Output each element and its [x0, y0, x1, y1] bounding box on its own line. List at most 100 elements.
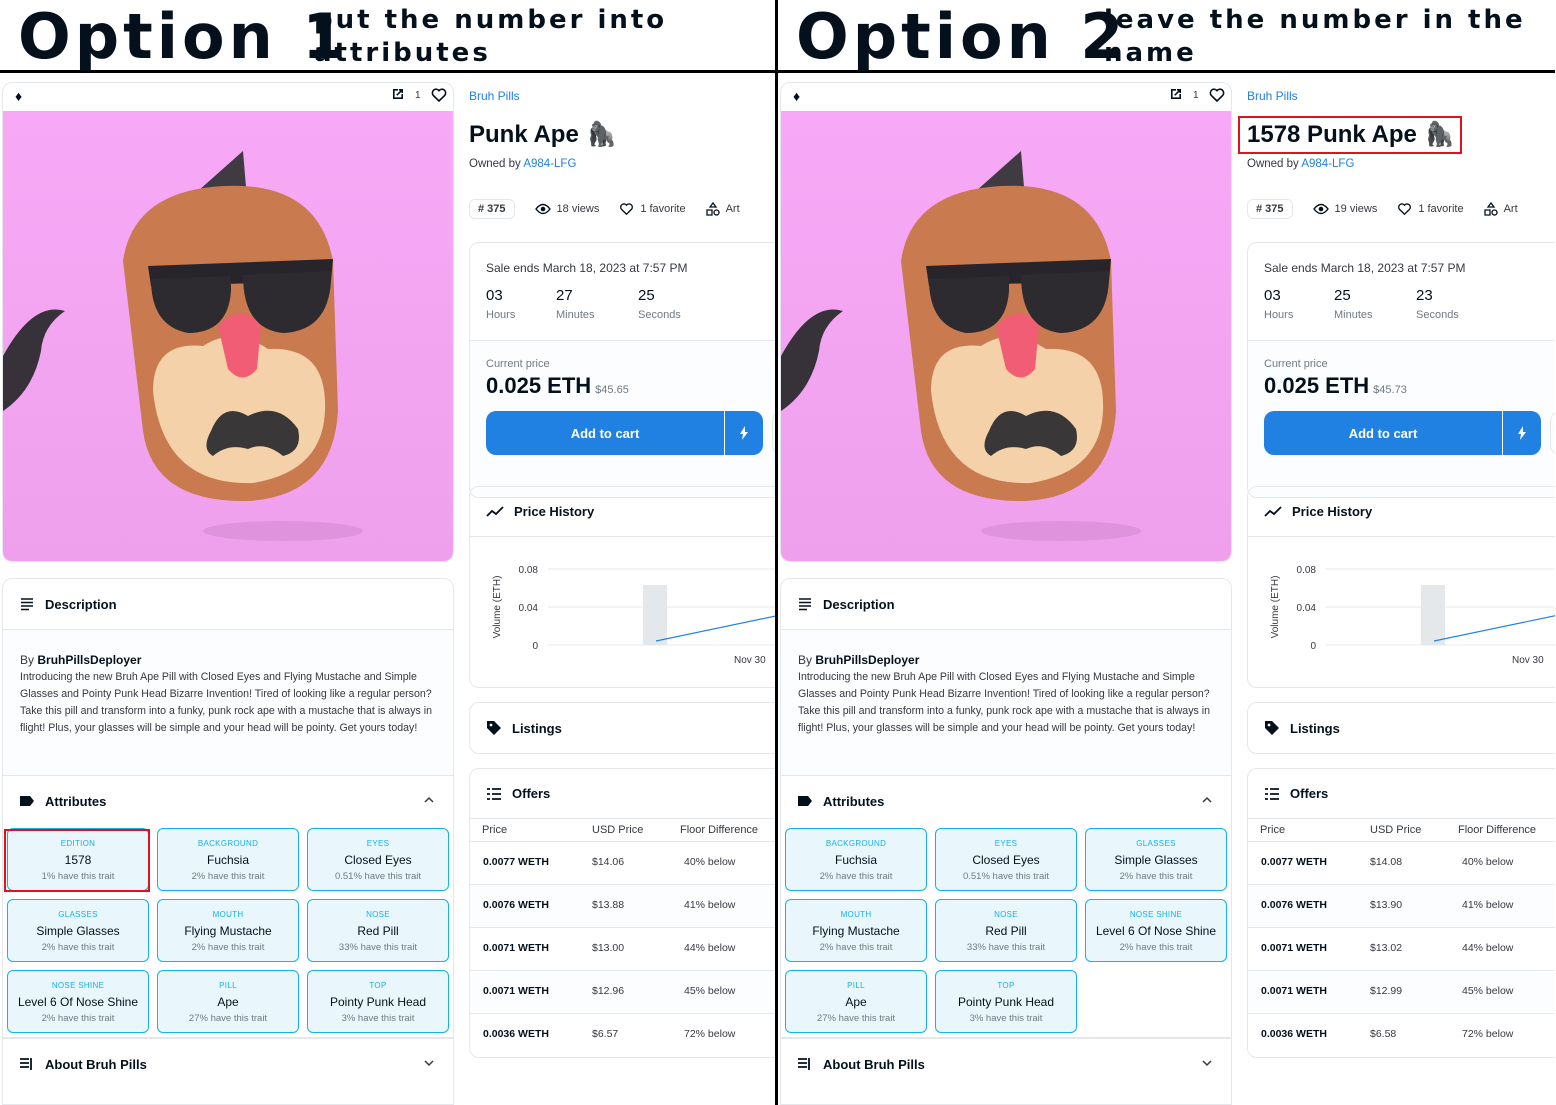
- owner-link[interactable]: A984-LFG: [523, 158, 576, 170]
- trait-card[interactable]: NOSE Red Pill 33% have this trait: [935, 899, 1077, 962]
- trait-card[interactable]: BACKGROUND Fuchsia 2% have this trait: [785, 828, 927, 891]
- views-stat: 18 views: [534, 203, 599, 215]
- chevron-down-icon[interactable]: [423, 1057, 435, 1069]
- trait-card[interactable]: TOP Pointy Punk Head 3% have this trait: [307, 970, 449, 1033]
- offer-row[interactable]: 0.0036 WETH $6.57 72% below: [470, 1013, 777, 1056]
- timer-unit: 27 Minutes: [556, 287, 626, 321]
- trait-card[interactable]: EYES Closed Eyes 0.51% have this trait: [307, 828, 449, 891]
- description-header[interactable]: Description: [781, 579, 1231, 629]
- heart-icon[interactable]: [431, 87, 447, 103]
- offers-panel: Offers Price USD Price Floor Difference 0.…: [1247, 768, 1555, 1058]
- by-label: By: [798, 653, 813, 667]
- trait-card[interactable]: GLASSES Simple Glasses 2% have this trait: [7, 899, 149, 962]
- ethereum-icon: ♦: [15, 88, 23, 104]
- heart-icon: [620, 203, 634, 216]
- trait-card[interactable]: NOSE SHINE Level 6 Of Nose Shine 2% have t…: [1085, 899, 1227, 962]
- chevron-down-icon[interactable]: [1201, 1057, 1213, 1069]
- offer-row[interactable]: 0.0071 WETH $13.02 44% below: [1248, 927, 1555, 970]
- price-tag-icon: [487, 721, 501, 735]
- price-history-title: Price History: [1292, 504, 1373, 519]
- attributes-title: Attributes: [45, 793, 107, 809]
- listings-panel: Listings: [469, 702, 777, 754]
- option-note: put the number into attributes: [314, 5, 668, 68]
- listings-header[interactable]: Listings: [1248, 703, 1555, 753]
- about-title: About Bruh Pills: [823, 1056, 925, 1072]
- offer-row[interactable]: 0.0076 WETH $13.88 41% below: [470, 884, 777, 927]
- description-panel: Description By BruhPillsDeployer Introdu…: [780, 578, 1232, 776]
- listings-title: Listings: [1290, 720, 1340, 736]
- external-link-icon[interactable]: [391, 87, 405, 101]
- make-offer-button[interactable]: [1550, 411, 1555, 455]
- attributes-header[interactable]: Attributes: [781, 776, 1231, 826]
- trait-rarity: 27% have this trait: [188, 1013, 268, 1024]
- trait-card[interactable]: EYES Closed Eyes 0.51% have this trait: [935, 828, 1077, 891]
- timer-value: 27: [556, 287, 573, 304]
- offer-usd-price: $14.08: [1370, 856, 1403, 868]
- offer-row[interactable]: 0.0071 WETH $12.99 45% below: [1248, 970, 1555, 1013]
- trait-card[interactable]: BACKGROUND Fuchsia 2% have this trait: [157, 828, 299, 891]
- creator-line: By BruhPillsDeployer: [20, 652, 437, 669]
- external-link-icon[interactable]: [1169, 87, 1183, 101]
- trait-card[interactable]: NOSE Red Pill 33% have this trait: [307, 899, 449, 962]
- creator-link[interactable]: BruhPillsDeployer: [815, 653, 919, 667]
- offer-row[interactable]: 0.0077 WETH $14.08 40% below: [1248, 841, 1555, 884]
- trait-card[interactable]: TOP Pointy Punk Head 3% have this trait: [935, 970, 1077, 1033]
- trait-type: BACKGROUND: [825, 839, 887, 848]
- description-header[interactable]: Description: [3, 579, 453, 629]
- trait-card[interactable]: MOUTH Flying Mustache 2% have this trait: [157, 899, 299, 962]
- offer-price: 0.0076 WETH: [1261, 899, 1327, 911]
- trait-rarity: 2% have this trait: [1119, 942, 1193, 953]
- chevron-up-icon[interactable]: [1201, 794, 1213, 806]
- timer-label: Seconds: [1416, 309, 1459, 321]
- offer-floor-difference: 44% below: [1462, 942, 1514, 954]
- category-stat[interactable]: Art: [705, 202, 740, 216]
- collection-link[interactable]: Bruh Pills: [469, 89, 520, 103]
- offer-usd-price: $12.96: [592, 985, 625, 997]
- trait-value: Simple Glasses: [1114, 853, 1198, 867]
- trait-rarity: 2% have this trait: [1119, 871, 1193, 882]
- attributes-header[interactable]: Attributes: [3, 776, 453, 826]
- offer-row[interactable]: 0.0071 WETH $13.00 44% below: [470, 927, 777, 970]
- trait-card[interactable]: MOUTH Flying Mustache 2% have this trait: [785, 899, 927, 962]
- collection-link[interactable]: Bruh Pills: [1247, 89, 1298, 103]
- y-axis-label: Volume (ETH): [1270, 576, 1281, 639]
- offers-header[interactable]: Offers: [1248, 769, 1555, 819]
- trait-rarity: 27% have this trait: [816, 1013, 896, 1024]
- offer-row[interactable]: 0.0076 WETH $13.90 41% below: [1248, 884, 1555, 927]
- category-stat[interactable]: Art: [1483, 202, 1518, 216]
- listings-header[interactable]: Listings: [470, 703, 777, 753]
- price-history-header[interactable]: Price History: [1248, 487, 1555, 537]
- timer-unit: 03 Hours: [486, 287, 556, 321]
- offer-row[interactable]: 0.0036 WETH $6.58 72% below: [1248, 1013, 1555, 1056]
- description-panel: Description By BruhPillsDeployer Introdu…: [2, 578, 454, 776]
- offer-usd-price: $13.02: [1370, 942, 1403, 954]
- trait-card[interactable]: PILL Ape 27% have this trait: [157, 970, 299, 1033]
- chevron-up-icon[interactable]: [423, 794, 435, 806]
- trait-card[interactable]: NOSE SHINE Level 6 Of Nose Shine 2% have t…: [7, 970, 149, 1033]
- creator-link[interactable]: BruhPillsDeployer: [37, 653, 141, 667]
- trait-card[interactable]: GLASSES Simple Glasses 2% have this trait: [1085, 828, 1227, 891]
- description-title: Description: [45, 596, 117, 612]
- offer-usd-price: $6.57: [592, 1028, 619, 1040]
- trait-card[interactable]: PILL Ape 27% have this trait: [785, 970, 927, 1033]
- about-header[interactable]: About Bruh Pills: [781, 1039, 1231, 1089]
- about-header[interactable]: About Bruh Pills: [3, 1039, 453, 1089]
- trait-type: PILL: [219, 981, 237, 990]
- about-title: About Bruh Pills: [45, 1056, 147, 1072]
- heart-icon[interactable]: [1209, 87, 1225, 103]
- owner-link[interactable]: A984-LFG: [1301, 158, 1354, 170]
- timer-unit: 25 Minutes: [1334, 287, 1404, 321]
- offer-row[interactable]: 0.0071 WETH $12.96 45% below: [470, 970, 777, 1013]
- price-history-header[interactable]: Price History: [470, 487, 777, 537]
- trait-type: GLASSES: [1136, 839, 1176, 848]
- description-body: By BruhPillsDeployer Introducing the new…: [3, 629, 453, 775]
- buy-now-button[interactable]: [1503, 411, 1541, 455]
- trait-rarity: 2% have this trait: [819, 871, 893, 882]
- current-price-label: Current price: [486, 358, 550, 370]
- offers-header[interactable]: Offers: [470, 769, 777, 819]
- buy-now-button[interactable]: [725, 411, 763, 455]
- add-to-cart-button[interactable]: Add to cart: [486, 411, 724, 455]
- offer-row[interactable]: 0.0077 WETH $14.06 40% below: [470, 841, 777, 884]
- add-to-cart-button[interactable]: Add to cart: [1264, 411, 1502, 455]
- nft-name: Punk Ape 🦍: [469, 120, 617, 149]
